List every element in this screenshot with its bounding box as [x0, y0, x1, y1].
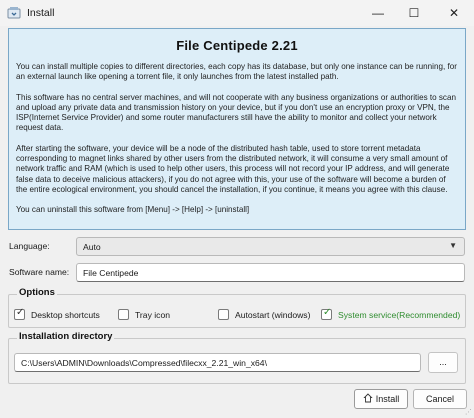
- language-label: Language:: [9, 241, 50, 251]
- language-select[interactable]: Auto ▼: [76, 237, 465, 256]
- app-icon: [7, 6, 21, 20]
- close-icon: ✕: [448, 6, 460, 20]
- tray-icon-label: Tray icon: [135, 310, 171, 320]
- title-bar: Install — ☐ ✕: [0, 0, 474, 26]
- language-value: Auto: [83, 242, 101, 252]
- installation-directory-title: Installation directory: [17, 331, 115, 342]
- window-title: Install: [27, 7, 55, 19]
- license-paragraph: After starting the software, your device…: [16, 143, 450, 194]
- software-name-input[interactable]: File Centipede: [76, 263, 465, 282]
- chevron-down-icon: ▼: [449, 241, 457, 250]
- checkmark-icon: ✓: [16, 307, 25, 318]
- license-paragraph: You can uninstall this software from [Me…: [16, 205, 250, 215]
- autostart-label: Autostart (windows): [235, 310, 311, 320]
- desktop-shortcuts-checkbox[interactable]: ✓: [14, 307, 25, 320]
- install-button[interactable]: Install: [354, 389, 408, 409]
- maximize-button[interactable]: ☐: [396, 0, 432, 26]
- install-path-value: C:\Users\ADMIN\Downloads\Compressed\file…: [21, 358, 267, 368]
- options-title: Options: [17, 287, 57, 298]
- software-name-value: File Centipede: [83, 268, 139, 278]
- install-path-input[interactable]: C:\Users\ADMIN\Downloads\Compressed\file…: [14, 353, 421, 372]
- desktop-shortcuts-label: Desktop shortcuts: [31, 310, 100, 320]
- license-paragraph: You can install multiple copies to diffe…: [16, 62, 457, 82]
- shield-icon: [363, 393, 373, 405]
- system-service-checkbox[interactable]: ✓: [321, 307, 332, 320]
- autostart-checkbox[interactable]: [218, 309, 229, 320]
- minimize-icon: —: [372, 6, 384, 20]
- license-heading: File Centipede 2.21: [176, 38, 298, 53]
- tray-icon-checkbox[interactable]: [118, 309, 129, 320]
- license-paragraph: This software has no central server mach…: [16, 92, 456, 133]
- cancel-button[interactable]: Cancel: [413, 389, 467, 409]
- maximize-icon: ☐: [408, 6, 420, 20]
- browse-button[interactable]: ...: [428, 352, 458, 373]
- install-button-label: Install: [375, 394, 400, 404]
- close-button[interactable]: ✕: [436, 0, 472, 26]
- system-service-label: System service(Recommended): [338, 310, 461, 320]
- software-name-label: Software name:: [9, 267, 70, 277]
- resize-grip-icon[interactable]: ⋰: [465, 408, 472, 416]
- license-text-area[interactable]: File Centipede 2.21 You can install mult…: [8, 28, 466, 230]
- checkmark-icon: ✓: [323, 307, 332, 318]
- minimize-button[interactable]: —: [360, 0, 396, 26]
